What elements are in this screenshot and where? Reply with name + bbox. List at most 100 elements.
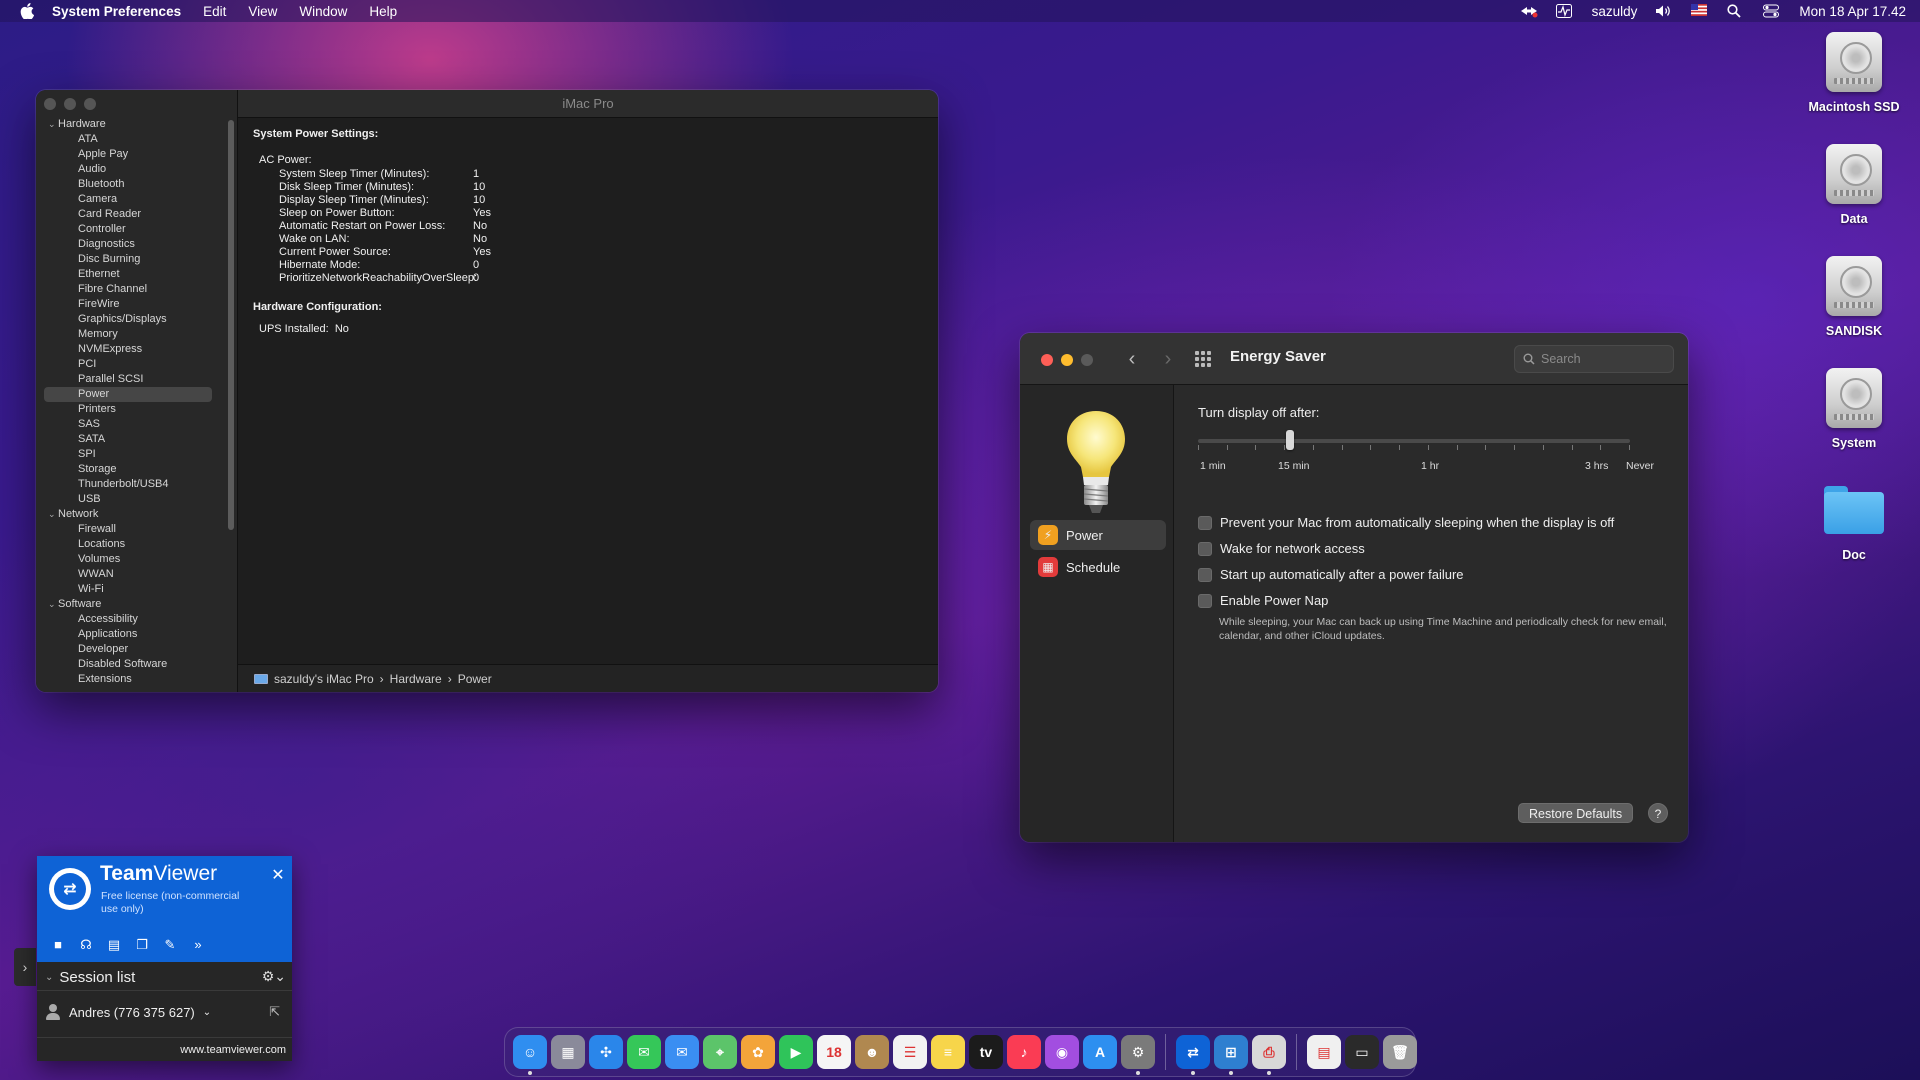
tree-item[interactable]: Audio [36,162,222,177]
video-camera-icon[interactable]: ■ [49,936,67,954]
dock-printer-icon[interactable]: ⎙ [1252,1035,1286,1075]
sidebar-scrollbar[interactable] [228,120,234,530]
dock-teamviewer-icon[interactable]: ⇄ [1176,1035,1210,1075]
tree-item[interactable]: NVMExpress [36,342,222,357]
slider-track[interactable] [1198,439,1630,443]
minimize-button[interactable] [1061,354,1073,366]
tree-item[interactable]: Bluetooth [36,177,222,192]
apple-menu-icon[interactable] [18,2,36,20]
tree-group-hardware[interactable]: ⌄ Hardware [36,117,222,132]
tree-item[interactable]: Thunderbolt/USB4 [36,477,222,492]
desktop-icon-system[interactable]: System [1794,368,1914,450]
dock-app-store-icon[interactable]: A [1083,1035,1117,1069]
menu-app-name[interactable]: System Preferences [52,4,181,19]
us-flag-icon[interactable] [1691,4,1709,18]
chevron-down-icon[interactable]: ⌄ [48,117,58,132]
search-input[interactable] [1541,352,1661,366]
dock-mail-icon[interactable]: ✉ [665,1035,699,1069]
chat-icon[interactable]: ▤ [105,936,123,954]
menu-window[interactable]: Window [299,4,347,19]
session-list-header[interactable]: ⌄ Session list [45,969,135,986]
search-field[interactable] [1514,345,1674,373]
show-all-grid-icon[interactable] [1195,351,1211,367]
teamviewer-expand-handle[interactable]: › [14,948,36,986]
checkbox[interactable] [1198,593,1212,608]
close-button[interactable] [44,98,56,110]
dock-screen-icon[interactable]: ▭ [1345,1035,1379,1069]
zoom-button[interactable] [1081,354,1093,366]
dock-apple-tv-icon[interactable]: tv [969,1035,1003,1069]
tree-item[interactable]: PCI [36,357,222,372]
dock-calendar-icon[interactable]: 18 [817,1035,851,1069]
chevron-down-icon[interactable]: ⌄ [48,507,58,522]
tree-item[interactable]: Power [44,387,212,402]
menu-user-name[interactable]: sazuldy [1592,4,1638,19]
tree-item[interactable]: SPI [36,447,222,462]
tree-item[interactable]: Diagnostics [36,237,222,252]
tree-item[interactable]: Applications [36,627,222,642]
tree-item[interactable]: Locations [36,537,222,552]
minimize-button[interactable] [64,98,76,110]
tree-item[interactable]: Controller [36,222,222,237]
dock-system-preferences-icon[interactable]: ⚙ [1121,1035,1155,1075]
breadcrumb-item-hardware[interactable]: Hardware [390,672,442,686]
spotlight-search-icon[interactable] [1727,4,1745,18]
back-button[interactable]: ‹ [1121,348,1143,370]
tree-item[interactable]: Storage [36,462,222,477]
tree-item[interactable]: ATA [36,132,222,147]
dock-trash-icon[interactable]: 🗑 [1383,1035,1417,1069]
tree-item[interactable]: USB [36,492,222,507]
dock-messages-icon[interactable]: ✉ [627,1035,661,1069]
option-row[interactable]: Prevent your Mac from automatically slee… [1198,515,1614,530]
tree-item[interactable]: Extensions [36,672,222,687]
tree-item[interactable]: Parallel SCSI [36,372,222,387]
tree-item[interactable]: Fibre Channel [36,282,222,297]
option-row[interactable]: Wake for network access [1198,541,1365,556]
dock-maps-icon[interactable]: ⌖ [703,1035,737,1069]
dock-notes-icon[interactable]: ≡ [931,1035,965,1069]
teamviewer-link[interactable]: www.teamviewer.com [37,1037,292,1061]
sidebar-item-schedule[interactable]: ▦ Schedule [1030,552,1166,582]
dock-podcasts-icon[interactable]: ◉ [1045,1035,1079,1069]
menu-edit[interactable]: Edit [203,4,226,19]
dock-reminders-icon[interactable]: ☰ [893,1035,927,1069]
dock-launchpad-icon[interactable]: ▦ [551,1035,585,1069]
tree-item[interactable]: Memory [36,327,222,342]
more-icon[interactable]: » [189,936,207,954]
dock-contacts-icon[interactable]: ☻ [855,1035,889,1069]
menu-clock[interactable]: Mon 18 Apr 17.42 [1799,4,1906,19]
tree-item[interactable]: WWAN [36,567,222,582]
tree-item[interactable]: Volumes [36,552,222,567]
copy-icon[interactable]: ❐ [133,936,151,954]
gear-icon[interactable]: ⚙⌄ [262,968,286,985]
checkbox[interactable] [1198,567,1212,582]
close-icon[interactable]: ✕ [270,868,286,884]
headset-icon[interactable]: ☊ [77,936,95,954]
sidebar-item-power[interactable]: ⚡ Power [1030,520,1166,550]
tree-group-software[interactable]: ⌄ Software [36,597,222,612]
tree-item[interactable]: Apple Pay [36,147,222,162]
session-contact[interactable]: Andres (776 375 627) ⌄ [45,1004,211,1020]
menu-help[interactable]: Help [369,4,397,19]
option-row[interactable]: Start up automatically after a power fai… [1198,567,1464,582]
desktop-icon-doc[interactable]: Doc [1794,480,1914,562]
restore-defaults-button[interactable]: Restore Defaults [1518,803,1634,823]
tree-item[interactable]: Card Reader [36,207,222,222]
pin-icon[interactable]: ⇱ [269,1004,280,1020]
activity-monitor-icon[interactable] [1555,4,1574,18]
breadcrumb-item-power[interactable]: Power [458,672,492,686]
tree-item[interactable]: FireWire [36,297,222,312]
tree-item[interactable]: Firewall [36,522,222,537]
close-button[interactable] [1041,354,1053,366]
breadcrumb-item-computer[interactable]: sazuldy's iMac Pro [274,672,374,686]
tree-item[interactable]: Accessibility [36,612,222,627]
display-off-slider[interactable] [1198,430,1630,452]
tree-group-network[interactable]: ⌄ Network [36,507,222,522]
dock-safari-icon[interactable]: ✣ [589,1035,623,1069]
tree-item[interactable]: Camera [36,192,222,207]
checkbox[interactable] [1198,541,1212,556]
dock-music-icon[interactable]: ♪ [1007,1035,1041,1069]
checkbox[interactable] [1198,515,1212,530]
tools-icon[interactable]: ✎ [161,936,179,954]
desktop-icon-data[interactable]: Data [1794,144,1914,226]
